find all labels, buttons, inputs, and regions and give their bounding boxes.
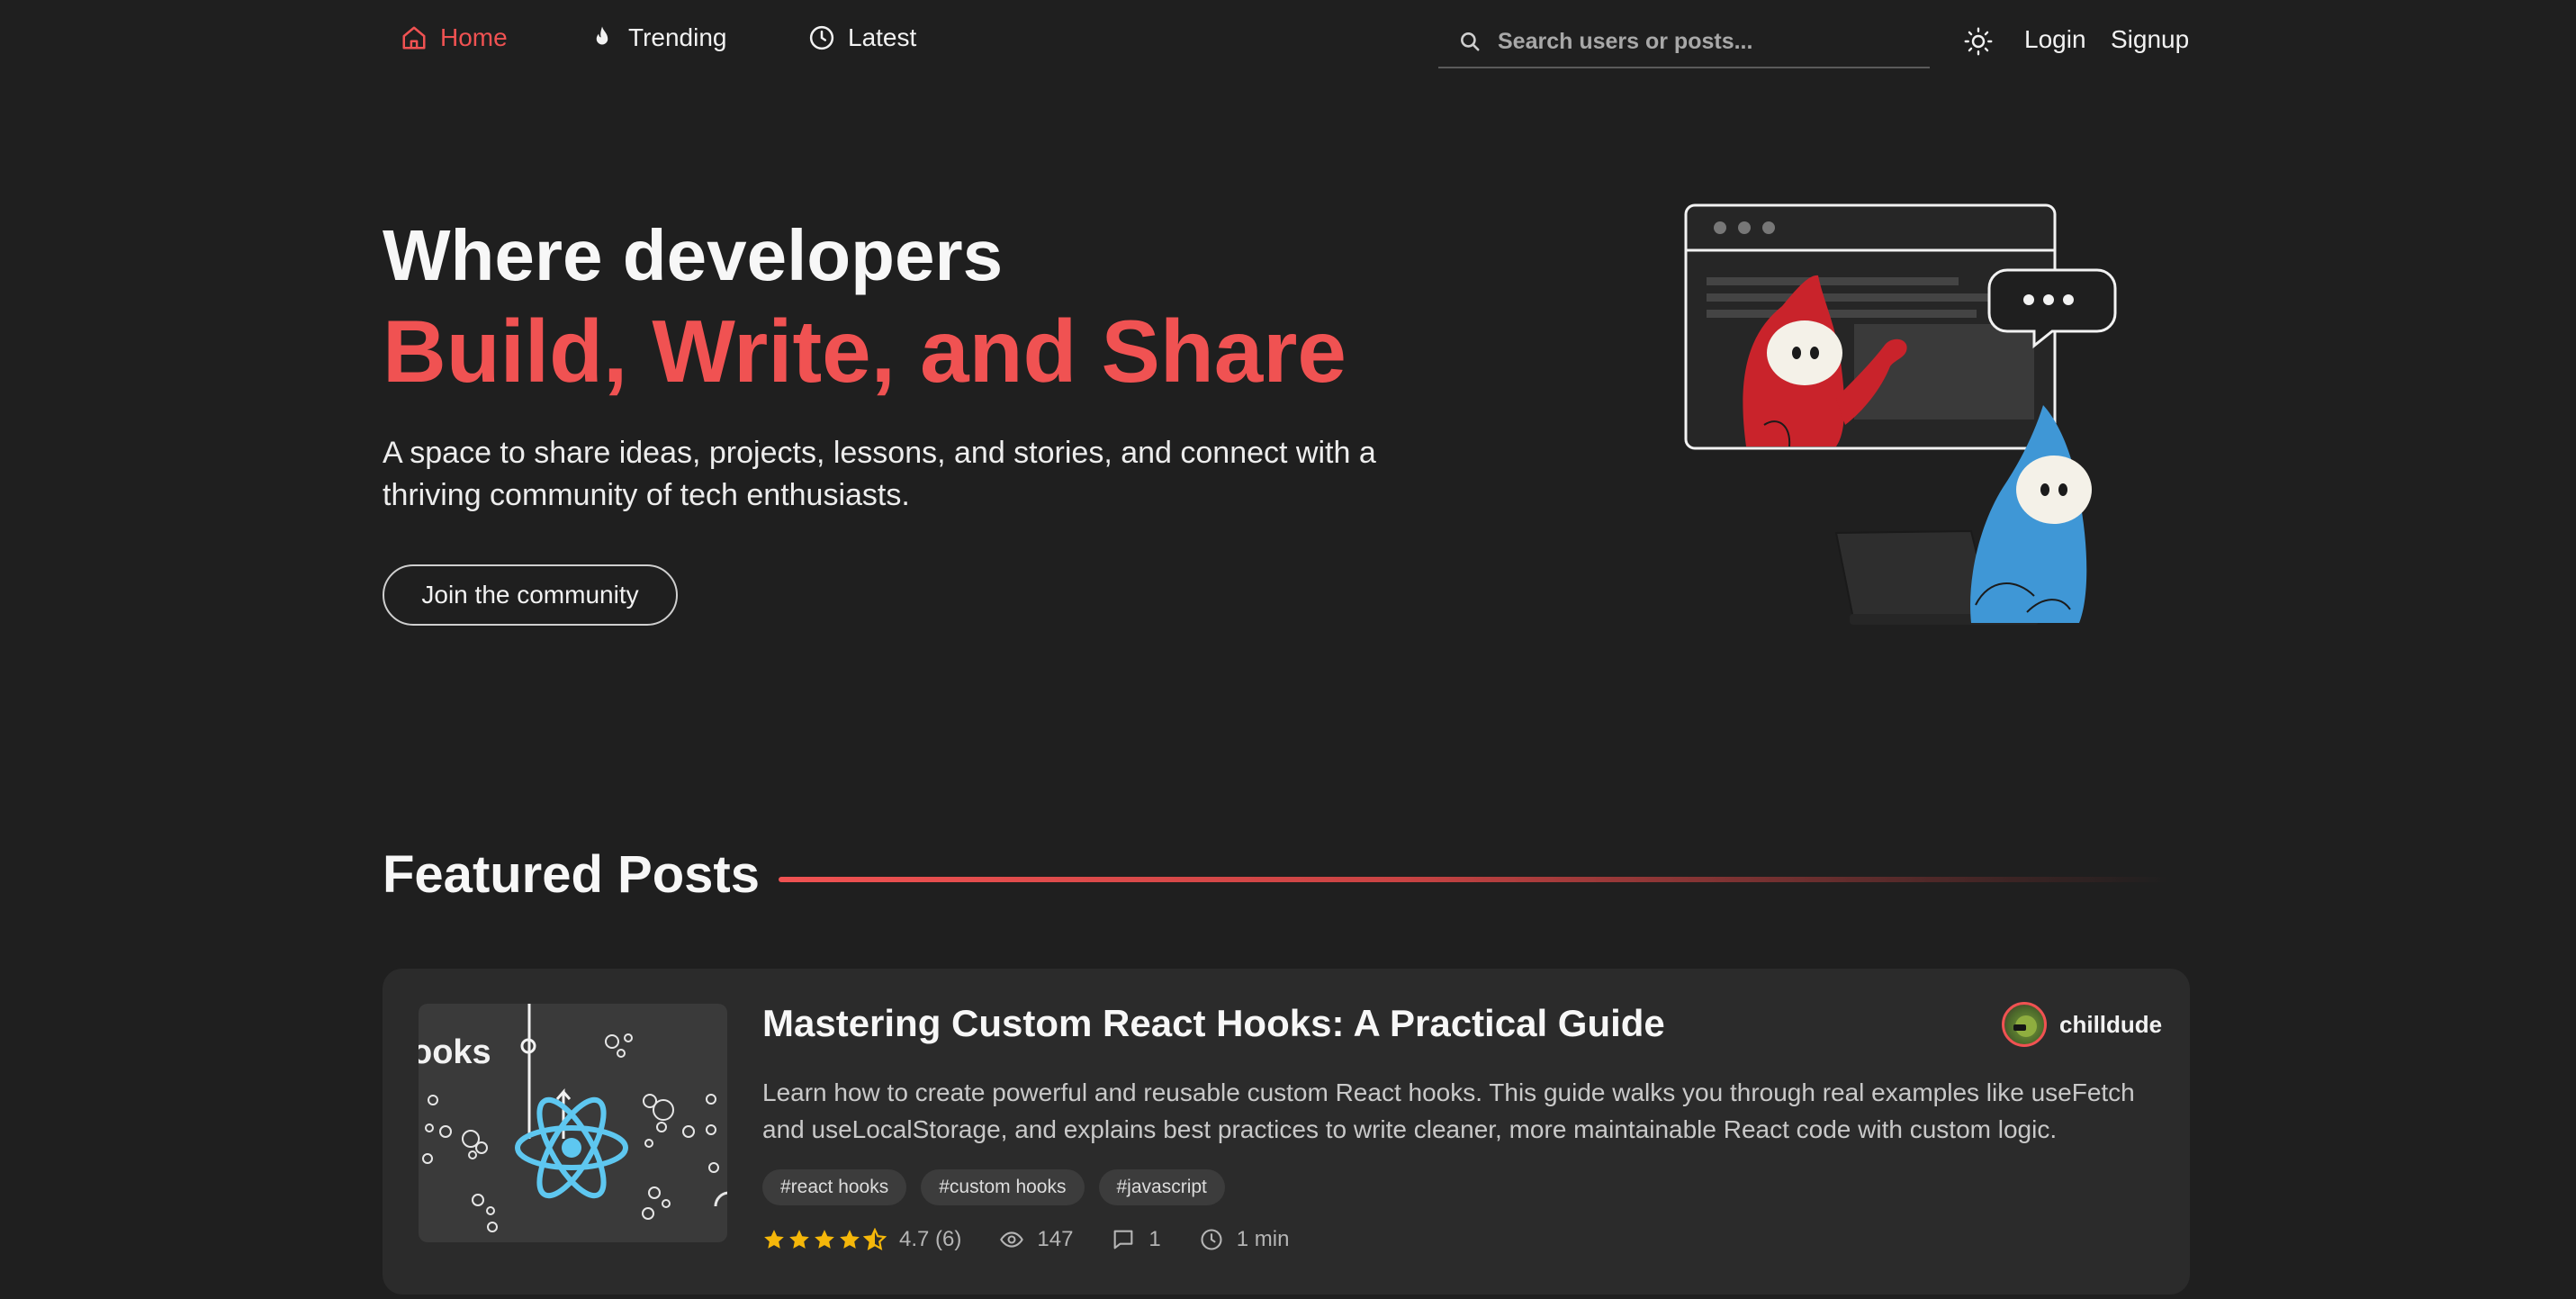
post-title[interactable]: Mastering Custom React Hooks: A Practica… [762, 1002, 1665, 1045]
read-time: 1 min [1236, 1227, 1290, 1251]
nav-trending-label: Trending [628, 23, 727, 51]
tag-react-hooks[interactable]: #react hooks [762, 1169, 907, 1205]
hero-description: A space to share ideas, projects, lesson… [383, 436, 1376, 512]
comments-stat: 1 [1111, 1227, 1161, 1252]
rating-text: 4.7 (6) [899, 1227, 962, 1251]
avatar-image [2013, 1015, 2037, 1037]
post-description: Learn how to create powerful and reusabl… [762, 1078, 2135, 1143]
clock-icon [809, 25, 834, 50]
nav-latest[interactable]: Latest [808, 23, 916, 52]
rating-stars [762, 1228, 887, 1251]
star-full-icon [840, 1230, 860, 1249]
star-half-icon [863, 1228, 887, 1250]
post-tags: #react hooks #custom hooks #javascript [762, 1169, 1225, 1205]
post-stats: 4.7 (6) 147 1 1 min [762, 1227, 1289, 1252]
featured-divider [779, 877, 2169, 882]
search-input[interactable] [1496, 27, 1923, 56]
read-time-stat: 1 min [1199, 1227, 1290, 1252]
clock-icon [1201, 1229, 1222, 1250]
home-icon [402, 26, 426, 50]
search-bar[interactable] [1438, 16, 1930, 68]
nav-trending[interactable]: Trending [589, 23, 726, 52]
comment-icon [1114, 1230, 1133, 1249]
featured-posts-heading: Featured Posts [383, 845, 760, 904]
thumbnail-caption: ooks [419, 1033, 491, 1071]
star-full-icon [815, 1230, 834, 1249]
login-link[interactable]: Login [2024, 25, 2086, 54]
post-thumbnail-art: ooks [419, 1004, 727, 1232]
views-stat: 147 [999, 1227, 1073, 1252]
post-author[interactable]: chilldude [2002, 1002, 2162, 1047]
hero-illustration [1684, 203, 2117, 625]
author-name: chilldude [2059, 1010, 2163, 1038]
nav-home[interactable]: Home [401, 23, 508, 52]
tag-custom-hooks[interactable]: #custom hooks [921, 1169, 1085, 1205]
nav-home-label: Home [440, 23, 508, 51]
flame-icon [596, 26, 608, 45]
theme-toggle[interactable] [1962, 25, 1995, 58]
eye-icon [1000, 1231, 1024, 1248]
tag-javascript[interactable]: #javascript [1098, 1169, 1225, 1205]
avatar [2002, 1002, 2047, 1047]
hero-highlight: Build, Write, and Share [383, 302, 1347, 401]
star-full-icon [764, 1230, 784, 1249]
join-community-button[interactable]: Join the community [383, 564, 678, 626]
comments-count: 1 [1148, 1227, 1161, 1251]
signup-link[interactable]: Signup [2111, 25, 2189, 54]
hero-heading: Where developers [383, 215, 1004, 295]
search-icon [1461, 32, 1480, 51]
nav-latest-label: Latest [848, 23, 917, 51]
sun-icon [1964, 27, 1993, 56]
views-count: 147 [1037, 1227, 1074, 1251]
post-thumbnail[interactable]: ooks [419, 1004, 727, 1242]
star-full-icon [789, 1230, 809, 1249]
